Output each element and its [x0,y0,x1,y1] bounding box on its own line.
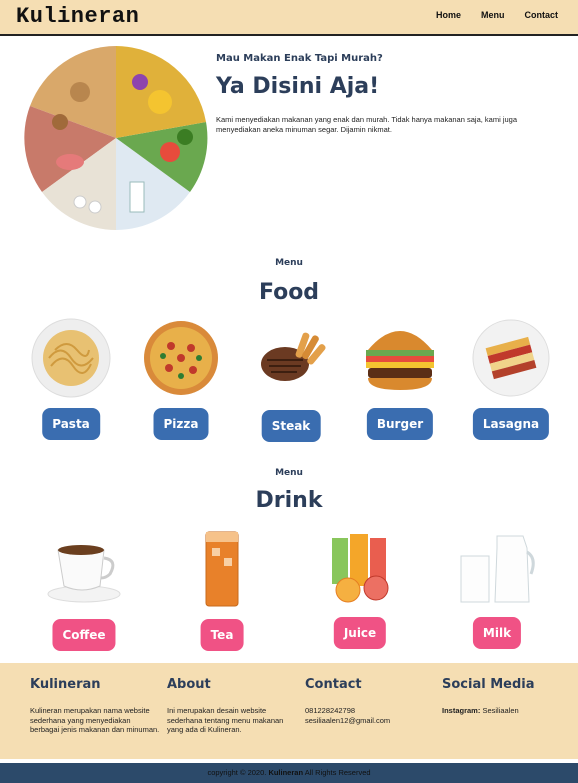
drink-section-title: Drink [255,488,323,513]
steak-image [261,332,326,381]
tea-image [205,531,239,607]
lasagna-image [472,319,550,397]
copyright-prefix: copyright © 2020. [207,768,267,777]
hero-subtitle: Mau Makan Enak Tapi Murah? [216,53,383,64]
footer-about-text: Ini merupakan desain website sederhana t… [167,706,284,734]
copyright-bar: copyright © 2020. Kulineran All Rights R… [0,763,578,783]
hero-food-image [24,46,208,230]
pizza-button[interactable]: Pizza [153,408,209,440]
food-section-label: Menu [275,258,303,268]
burger-button[interactable]: Burger [366,408,434,440]
footer: Kulineran Kulineran merupakan nama websi… [0,663,578,759]
footer-social-column: Social Media Instagram: Sesiliaalen [442,677,572,716]
tea-button[interactable]: Tea [200,619,244,651]
copyright-suffix: All Rights Reserved [304,768,371,777]
juice-image [332,534,389,603]
brand-logo[interactable]: Kulineran [16,4,139,29]
burger-image [366,331,434,390]
instagram-handle: Sesiliaalen [482,706,519,715]
lasagna-button[interactable]: Lasagna [472,408,550,440]
footer-contact-phone: 081228242798 [305,706,356,715]
hero-title: Ya Disini Aja! [216,74,380,99]
pasta-image [31,318,111,398]
milk-image [460,535,535,603]
hero-description: Kami menyediakan makanan yang enak dan m… [216,115,518,134]
footer-contact-title: Contact [305,677,362,692]
nav-link-home[interactable]: Home [436,10,461,20]
coffee-image [47,545,121,603]
food-section-title: Food [258,280,320,305]
coffee-button[interactable]: Coffee [52,619,116,651]
juice-button[interactable]: Juice [333,617,387,649]
nav-link-menu[interactable]: Menu [481,10,505,20]
footer-social-instagram[interactable]: Instagram: Sesiliaalen [442,706,572,716]
pasta-button[interactable]: Pasta [42,408,100,440]
footer-brand-column: Kulineran Kulineran merupakan nama websi… [30,677,160,735]
drink-section-label: Menu [275,468,303,478]
nav-link-contact[interactable]: Contact [525,10,559,20]
footer-brand-text: Kulineran merupakan nama website sederha… [30,706,160,734]
footer-contact-email[interactable]: sesiliaalen12@gmail.com [305,716,435,726]
pizza-image [144,321,218,395]
instagram-label: Instagram: [442,706,481,715]
copyright-brand: Kulineran [268,768,304,777]
footer-contact-column: Contact 081228242798 sesiliaalen12@gmail… [305,677,435,725]
footer-brand-title: Kulineran [30,677,101,692]
nav-links: Home Menu Contact [436,10,558,20]
footer-social-title: Social Media [442,677,535,692]
navbar: Kulineran Home Menu Contact [0,0,578,36]
milk-button[interactable]: Milk [472,617,522,649]
steak-button[interactable]: Steak [261,410,321,442]
footer-about-title: About [167,677,211,692]
footer-about-column: About Ini merupakan desain website seder… [167,677,297,735]
